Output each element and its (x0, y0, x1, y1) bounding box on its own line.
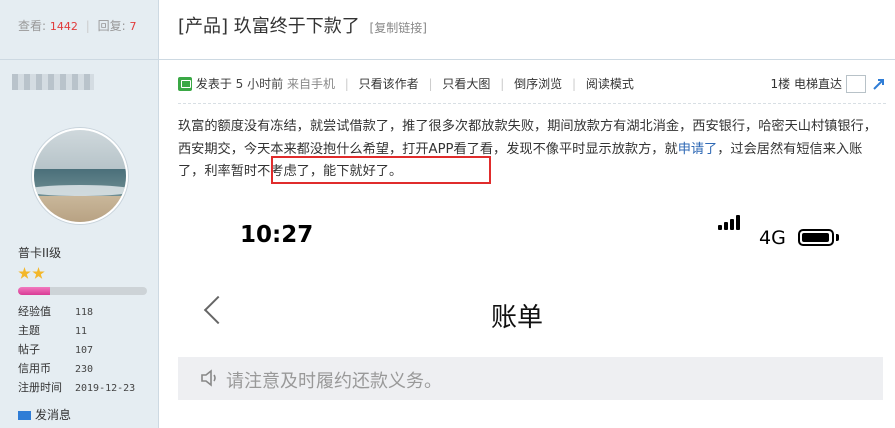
back-chevron-icon[interactable] (203, 295, 233, 325)
send-message-label: 发消息 (35, 408, 72, 422)
thread-stats: 查看: 1442 | 回复: 7 (18, 17, 136, 34)
info-row-registered: 注册时间 2019-12-23 (18, 381, 136, 394)
battery-tip (836, 234, 839, 241)
toolbar-separator (178, 103, 886, 104)
reverse-order-link[interactable]: 倒序浏览 (514, 77, 562, 91)
post-toolbar: 发表于 5 小时前 来自手机 | 只看该作者 | 只看大图 | 倒序浏览 | 阅… (178, 75, 886, 95)
user-rank[interactable]: 普卡II级 (18, 244, 61, 261)
views-label: 查看: (18, 19, 47, 33)
star-icon (18, 267, 31, 279)
info-row-credits: 信用币 230 (18, 362, 94, 375)
level-progress-bar (18, 287, 147, 295)
read-mode-link[interactable]: 阅读模式 (586, 77, 634, 91)
replies-label: 回复: (97, 19, 126, 33)
elevator-label: 电梯直达 (793, 77, 842, 91)
floor-number: 1楼 (770, 77, 791, 91)
thread-header: [产品] 玖富终于下款了 [复制链接] (178, 12, 427, 38)
highlight-box (271, 156, 491, 184)
speaker-icon (201, 369, 216, 387)
phone-screenshot: 10:27 4G 账单 请注意及时履约还款义务。 (178, 200, 883, 428)
avatar[interactable] (32, 128, 128, 224)
replies-count: 7 (129, 20, 137, 33)
stats-separator: | (85, 19, 90, 33)
posted-prefix: 发表于 (195, 77, 232, 91)
network-type: 4G (759, 227, 786, 249)
star-icon (32, 267, 45, 279)
info-row-posts: 帖子 107 (18, 343, 94, 356)
rank-stars (18, 265, 46, 284)
envelope-icon (18, 411, 31, 420)
copy-link-button[interactable]: [复制链接] (370, 21, 427, 35)
post-icon (178, 77, 192, 91)
phone-clock: 10:27 (240, 222, 314, 248)
send-message-button[interactable]: 发消息 (18, 406, 71, 423)
post-source: 来自手机 (286, 77, 335, 91)
level-progress-fill (18, 287, 51, 295)
apply-link[interactable]: 申请了 (678, 142, 718, 157)
info-row-exp: 经验值 118 (18, 305, 94, 318)
views-count: 1442 (49, 20, 78, 33)
large-image-link[interactable]: 只看大图 (442, 77, 490, 91)
notice-text: 请注意及时履约还款义务。 (226, 371, 442, 392)
header-divider (0, 59, 895, 60)
username-blurred[interactable] (12, 74, 94, 90)
bill-title: 账单 (491, 303, 544, 333)
only-author-link[interactable]: 只看该作者 (359, 77, 419, 91)
jump-arrow-icon[interactable] (872, 77, 886, 91)
battery-icon (798, 229, 834, 246)
post-time: 5 小时前 (235, 77, 284, 91)
user-info: 经验值 118 主题 11 帖子 107 信用币 230 注册时间 2019-12-23 (18, 303, 135, 398)
floor-jump-input[interactable] (846, 75, 866, 93)
sidebar-divider (158, 0, 159, 428)
info-row-topics: 主题 11 (18, 324, 88, 337)
notice-bar: 请注意及时履约还款义务。 (178, 357, 883, 400)
thread-title: [产品] 玖富终于下款了 (178, 16, 360, 37)
